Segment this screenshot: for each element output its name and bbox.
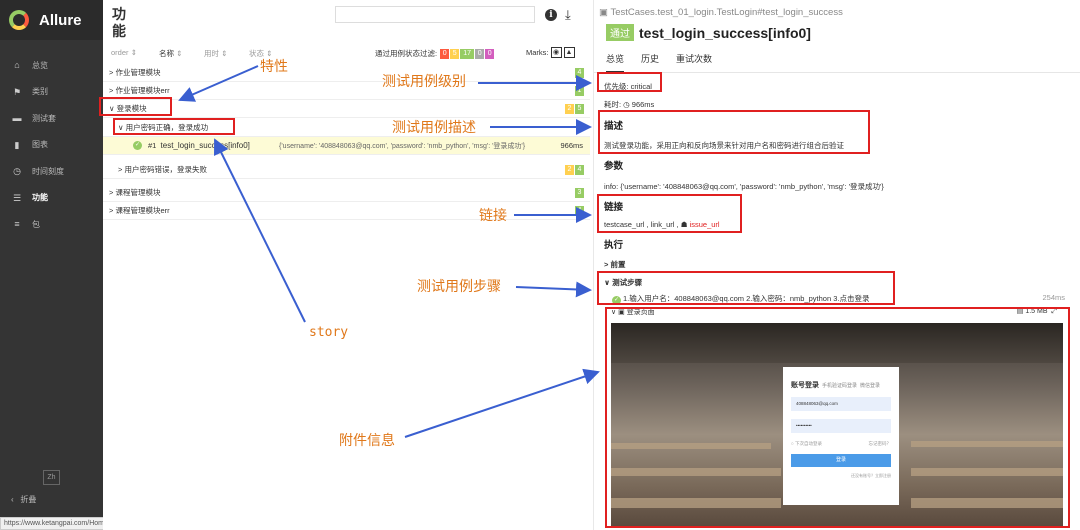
arrow-story bbox=[214, 138, 306, 323]
arrow-feature bbox=[178, 65, 259, 102]
arrow-attachment bbox=[404, 368, 600, 438]
annotation-arrows bbox=[178, 65, 600, 438]
arrow-steps bbox=[515, 281, 592, 298]
